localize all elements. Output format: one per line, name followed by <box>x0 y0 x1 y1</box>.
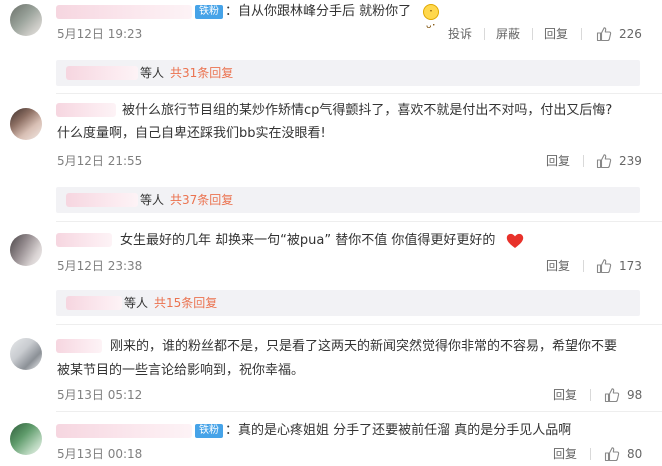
reply-who: 等人 <box>124 296 149 310</box>
like-count: 226 <box>619 27 642 41</box>
user-avatar[interactable] <box>10 4 42 36</box>
user-avatar[interactable] <box>10 108 42 140</box>
comment-time: 5月13日 00:18 <box>57 447 143 461</box>
reply-button[interactable]: 回复 <box>553 387 577 403</box>
like-button[interactable]: 173 <box>596 258 652 274</box>
reply-who: 等人 <box>140 193 165 207</box>
comment-divider <box>56 324 662 325</box>
like-count: 173 <box>619 259 642 273</box>
username-blurred[interactable] <box>56 103 116 117</box>
reply-summary[interactable]: 等人 共31条回复 <box>56 60 640 86</box>
divider <box>590 389 591 401</box>
fan-badge: 铁粉 <box>195 5 223 19</box>
divider <box>532 28 533 40</box>
cute-face-emoji: ･ᴗ･ <box>423 4 439 31</box>
username-blurred[interactable] <box>56 5 192 19</box>
username-blurred[interactable] <box>56 424 192 438</box>
thumbs-up-icon <box>596 154 612 169</box>
red-heart-icon <box>506 233 524 248</box>
reply-count-link[interactable]: 共31条回复 <box>170 65 233 81</box>
reply-button[interactable]: 回复 <box>546 153 570 169</box>
username-blurred[interactable] <box>56 339 102 353</box>
divider <box>590 448 591 460</box>
reply-button[interactable]: 回复 <box>546 258 570 274</box>
reply-button[interactable]: 回复 <box>544 26 568 42</box>
like-button[interactable]: 239 <box>596 153 652 169</box>
divider <box>583 260 584 272</box>
reply-summary[interactable]: 等人 共15条回复 <box>56 290 640 316</box>
divider <box>583 155 584 167</box>
like-count: 80 <box>627 447 643 461</box>
thumbs-up-icon <box>604 447 620 462</box>
replier-names-blurred <box>66 193 138 207</box>
comment-divider <box>56 411 662 412</box>
like-button[interactable]: 98 <box>604 387 652 403</box>
comment-time: 5月12日 21:55 <box>57 154 143 168</box>
comment-divider <box>56 221 662 222</box>
comment-text-line-1: 刚来的，谁的粉丝都不是，只是看了这两天的新闻突然觉得你非常的不容易，希望你不要 <box>110 339 618 354</box>
like-button[interactable]: 226 <box>596 26 652 42</box>
divider <box>484 28 485 40</box>
user-avatar[interactable] <box>10 338 42 370</box>
comment-time: 5月12日 23:38 <box>57 259 143 273</box>
comment-text: 女生最好的几年 却换来一句“被pua” 替你不值 你值得更好更好的 <box>120 233 496 248</box>
like-count: 239 <box>619 154 642 168</box>
thumbs-up-icon <box>604 388 620 403</box>
report-button[interactable]: 投诉 <box>448 26 472 42</box>
comment-text: ：自从你跟林峰分手后 就粉你了 <box>225 4 412 19</box>
user-avatar[interactable] <box>10 423 42 455</box>
thumbs-up-icon <box>596 259 612 274</box>
comment-text-line-1: 被什么旅行节目组的某炒作矫情cp气得颤抖了，喜欢不就是付出不对吗，付出又后悔? <box>122 103 613 118</box>
comment-text-line-2: 什么度量啊，自己自卑还踩我们bb实在没眼看! <box>57 126 326 141</box>
like-count: 98 <box>627 388 643 402</box>
replier-names-blurred <box>66 66 138 80</box>
username-blurred[interactable] <box>56 233 112 247</box>
reply-count-link[interactable]: 共37条回复 <box>170 192 233 208</box>
like-button[interactable]: 80 <box>604 446 652 462</box>
thumbs-up-icon <box>596 27 612 42</box>
reply-summary[interactable]: 等人 共37条回复 <box>56 187 640 213</box>
comment-divider <box>56 93 662 94</box>
comment-time: 5月13日 05:12 <box>57 388 143 402</box>
reply-button[interactable]: 回复 <box>553 446 577 462</box>
divider <box>581 28 582 40</box>
fan-badge: 铁粉 <box>195 424 223 438</box>
comment-time: 5月12日 19:23 <box>57 27 143 41</box>
comment-text-line-2: 被某节目的一些言论给影响到，祝你幸福。 <box>57 363 305 378</box>
replier-names-blurred <box>66 296 122 310</box>
block-button[interactable]: 屏蔽 <box>496 26 520 42</box>
reply-count-link[interactable]: 共15条回复 <box>154 295 217 311</box>
reply-who: 等人 <box>140 66 165 80</box>
user-avatar[interactable] <box>10 234 42 266</box>
comment-text: ：真的是心疼姐姐 分手了还要被前任溜 真的是分手见人品啊 <box>225 423 572 438</box>
